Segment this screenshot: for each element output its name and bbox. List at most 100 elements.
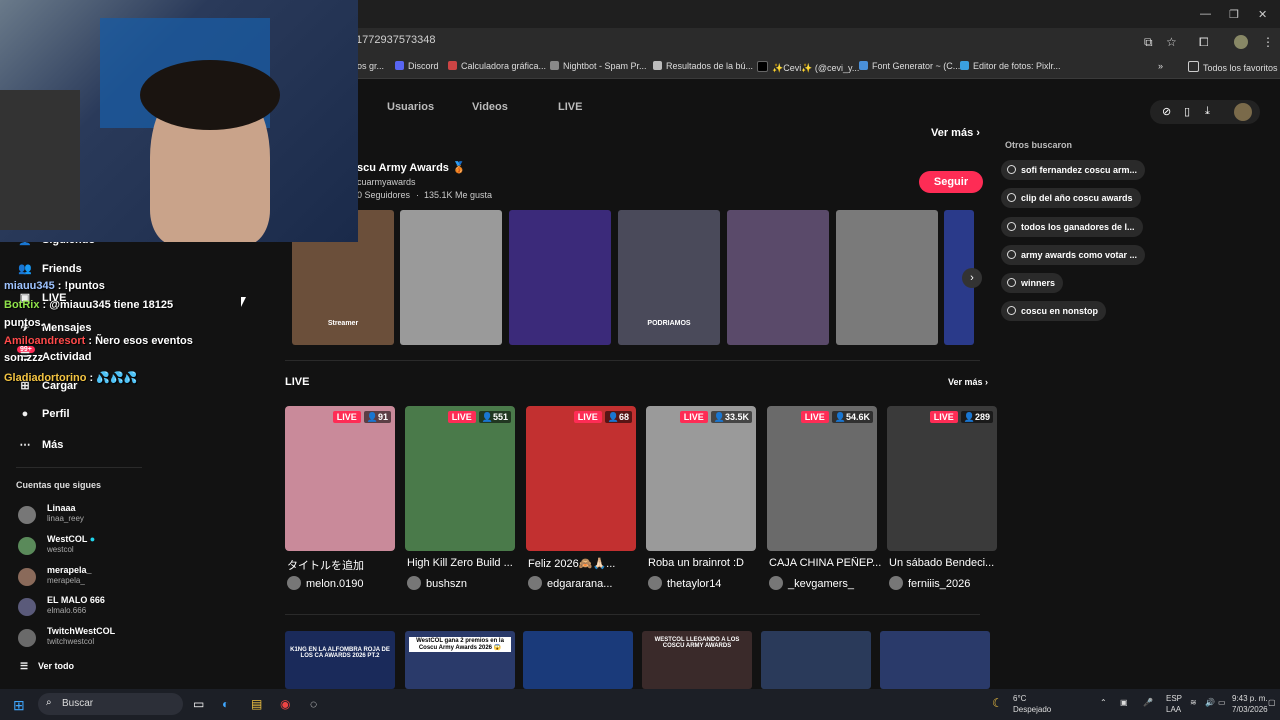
carousel-next-icon[interactable]: › (962, 268, 982, 288)
see-more-link[interactable]: Ver más › (931, 127, 980, 139)
live-user[interactable]: ferniiis_2026 (889, 576, 970, 590)
taskbar-search[interactable]: ⌕ Buscar (38, 693, 183, 715)
live-card[interactable]: LIVE 👤33.5K (646, 406, 756, 551)
video-thumbnail[interactable] (836, 210, 938, 345)
live-user[interactable]: thetaylor14 (648, 576, 721, 590)
chrome-icon[interactable]: ◉ (280, 697, 290, 711)
video-thumbnail[interactable] (509, 210, 611, 345)
wifi-icon[interactable]: ≋ (1190, 698, 1197, 707)
bookmark-item[interactable]: Font Generator ~ (C... (859, 61, 960, 71)
follow-button[interactable]: Seguir (919, 171, 983, 193)
video-thumbnail[interactable]: WESTCOL LLEGANDO A LOS COSCU ARMY AWARDS (642, 631, 752, 689)
edge-icon[interactable]: ◐ (222, 697, 229, 711)
file-explorer-icon[interactable]: ▤ (251, 697, 262, 711)
suggestion-chip[interactable]: todos los ganadores de l... (1001, 217, 1143, 237)
live-user[interactable]: bushszn (407, 576, 467, 590)
volume-icon[interactable]: 🔊 (1205, 698, 1215, 707)
restore-icon[interactable]: ❐ (1229, 8, 1239, 21)
language-indicator[interactable]: ESP (1166, 694, 1182, 703)
microphone-icon[interactable]: 🎤 (1143, 698, 1153, 707)
close-icon[interactable]: ✕ (1258, 8, 1267, 21)
bookmark-item[interactable]: Discord (395, 61, 439, 71)
suggestion-chip[interactable]: winners (1001, 273, 1064, 293)
user-avatar[interactable] (1234, 103, 1252, 121)
search-icon (1007, 222, 1016, 231)
bookmark-item[interactable]: Resultados de la bú... (653, 61, 753, 71)
tray-app-icon[interactable]: ▣ (1120, 698, 1128, 707)
suggestion-chip[interactable]: coscu en nonstop (1001, 301, 1107, 321)
see-all-link[interactable]: ☰ Ver todo (18, 661, 74, 672)
bookmark-item[interactable]: ✨Cevi✨ (@cevi_y... (757, 61, 859, 74)
live-title[interactable]: Un sábado Bendeci... (889, 557, 1001, 569)
video-thumbnail[interactable] (727, 210, 829, 345)
live-card[interactable]: LIVE 👤289 (887, 406, 997, 551)
account-handle: cuarmyawards (357, 177, 416, 187)
live-title[interactable]: High Kill Zero Build ... (407, 557, 519, 569)
app-icon[interactable]: ◌ (310, 697, 317, 711)
live-user[interactable]: edgararana... (528, 576, 612, 590)
live-title[interactable]: Roba un brainrot :D (648, 557, 760, 569)
live-title[interactable]: Feliz 2026🙈🙏🏻... (528, 557, 640, 570)
windows-start-icon[interactable]: ⊞ (13, 697, 25, 714)
bookmark-item[interactable]: Editor de fotos: Pixlr... (960, 61, 1061, 71)
sidebar-item-friends[interactable]: 👥 Friends (16, 262, 82, 275)
profile-avatar[interactable] (1234, 35, 1248, 49)
clock-date[interactable]: 7/03/2026 (1232, 705, 1268, 714)
star-icon[interactable]: ☆ (1166, 35, 1177, 49)
phone-icon[interactable]: ▯ (1184, 105, 1190, 118)
live-card[interactable]: LIVE 👤91 (285, 406, 395, 551)
video-thumbnail[interactable]: K1NG EN LA ALFOMBRA ROJA DE LOS CA AWARD… (285, 631, 395, 689)
tab-videos[interactable]: Videos (472, 101, 508, 113)
battery-icon[interactable]: ▭ (1218, 698, 1226, 707)
video-thumbnail[interactable] (880, 631, 990, 689)
bookmark-item[interactable]: Calculadora gráfica... (448, 61, 546, 71)
clock-time[interactable]: 9:43 p. m. (1232, 694, 1268, 703)
video-thumbnail[interactable] (761, 631, 871, 689)
avatar (889, 576, 903, 590)
bookmark-item[interactable]: os gr... (357, 61, 384, 71)
video-thumbnail[interactable]: PODRIAMOS (618, 210, 720, 345)
video-thumbnail[interactable]: WestCOL gana 2 premios en la Coscu Army … (405, 631, 515, 689)
tab-usuarios[interactable]: Usuarios (387, 101, 434, 113)
suggestion-chip[interactable]: army awards como votar ... (1001, 245, 1146, 265)
live-user[interactable]: _kevgamers_ (769, 576, 854, 590)
extensions-icon[interactable]: ⧠ (1199, 35, 1209, 50)
video-thumbnail[interactable] (400, 210, 502, 345)
live-title[interactable]: CAJA CHINA PEÑEP... (769, 557, 881, 569)
account-name[interactable]: scu Army Awards 🥉 (357, 161, 466, 174)
suggestion-chip[interactable]: sofi fernandez coscu arm... (1001, 160, 1146, 180)
viewer-count: 👤33.5K (710, 411, 752, 423)
live-title[interactable]: タイトルを追加 (287, 557, 399, 573)
bookmark-item[interactable]: Nightbot - Spam Pr... (550, 61, 647, 71)
verified-icon: ● (89, 534, 96, 544)
weather-temp[interactable]: 6°C (1013, 694, 1026, 703)
chat-message: son.zzz (4, 352, 44, 364)
live-see-more-link[interactable]: Ver más › (948, 377, 988, 387)
live-card[interactable]: LIVE 👤551 (405, 406, 515, 551)
url-text[interactable]: 1772937573348 (356, 34, 436, 46)
coins-icon[interactable]: ⊘ (1162, 105, 1171, 118)
bookmarks-overflow-icon[interactable]: » (1158, 61, 1163, 71)
following-title: Cuentas que sigues (16, 480, 102, 490)
search-icon (1007, 306, 1016, 315)
video-caption: WESTCOL LLEGANDO A LOS COSCU ARMY AWARDS (654, 637, 740, 649)
live-card[interactable]: LIVE 👤54.6K (767, 406, 877, 551)
task-view-icon[interactable]: ▭ (193, 697, 204, 711)
tab-live[interactable]: LIVE (558, 101, 582, 113)
download-icon[interactable]: ⤓ (1205, 105, 1210, 118)
cast-icon[interactable]: ⧉ (1144, 35, 1153, 50)
tray-chevron-icon[interactable]: ⌃ (1100, 698, 1107, 707)
sidebar-item-more[interactable]: ⋯ Más (16, 438, 64, 451)
suggestion-chip[interactable]: clip del año coscu awards (1001, 188, 1141, 208)
live-card[interactable]: LIVE 👤68 (526, 406, 636, 551)
menu-icon[interactable]: ⋮ (1262, 35, 1274, 49)
sidebar-item-profile[interactable]: ● Perfil (16, 408, 70, 420)
weather-text[interactable]: Despejado (1013, 705, 1051, 714)
notification-icon[interactable]: ▢ (1268, 698, 1276, 707)
bookmark-folder[interactable]: Todos los favoritos (1188, 61, 1278, 73)
live-user[interactable]: melon.0190 (287, 576, 364, 590)
video-thumbnail[interactable] (523, 631, 633, 689)
avatar (287, 576, 301, 590)
keyboard-layout[interactable]: LAA (1166, 705, 1181, 714)
minimize-icon[interactable]: — (1200, 8, 1211, 20)
